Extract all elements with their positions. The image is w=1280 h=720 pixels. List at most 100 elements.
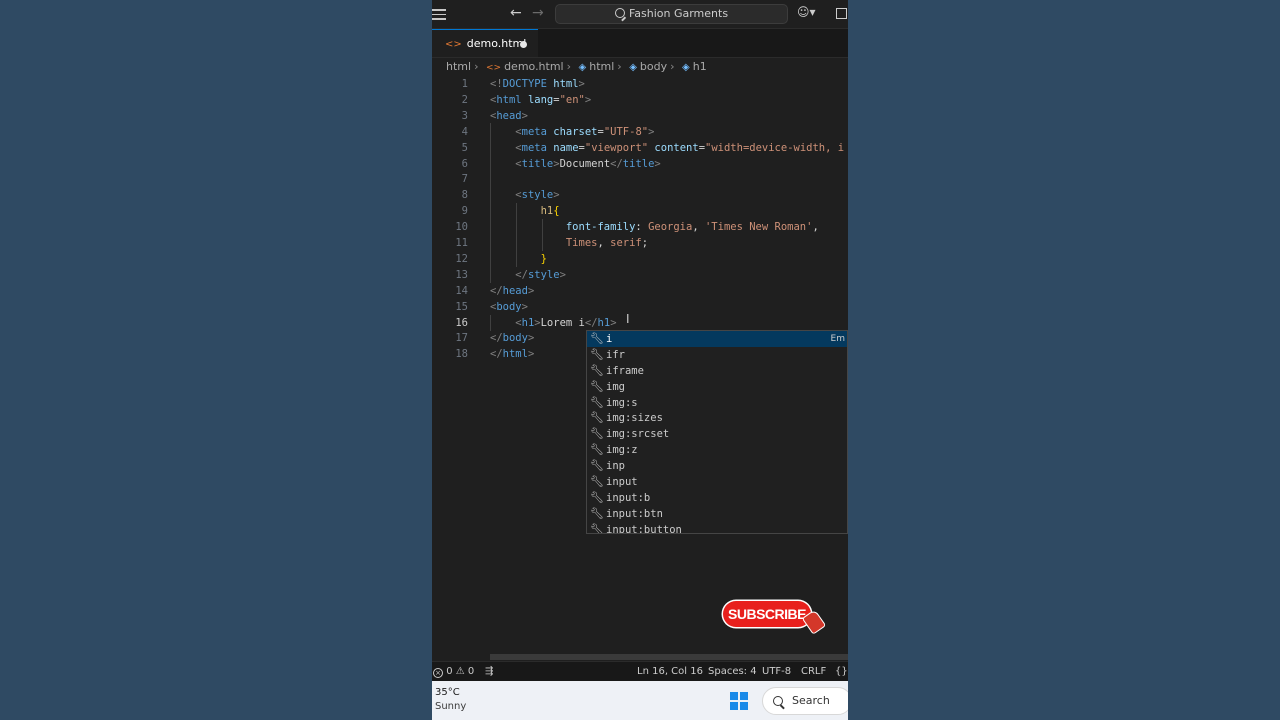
code-text: <!DOCTYPE html> bbox=[490, 76, 585, 92]
wrench-icon: 🔧︎ bbox=[590, 379, 604, 393]
code-line[interactable]: 16 <h1>Lorem i</h1> bbox=[432, 315, 848, 331]
line-number: 15 bbox=[455, 300, 468, 313]
subscribe-button[interactable]: SUBSCRIBE bbox=[723, 601, 811, 627]
code-line[interactable]: 2 <html lang="en"> bbox=[432, 92, 848, 108]
weather-temperature[interactable]: 35°C bbox=[435, 687, 460, 698]
code-line[interactable]: 4 <meta charset="UTF-8"> bbox=[432, 124, 848, 140]
horizontal-scrollbar[interactable] bbox=[490, 654, 848, 660]
suggestion-item[interactable]: 🔧︎ img bbox=[587, 379, 847, 395]
code-token: : bbox=[635, 221, 649, 234]
wrench-icon: 🔧︎ bbox=[590, 427, 604, 441]
code-line[interactable]: 5 <meta name="viewport" content="width=d… bbox=[432, 140, 848, 156]
tab-demo-html[interactable]: <> demo.html bbox=[432, 29, 538, 57]
code-token: style bbox=[527, 268, 560, 281]
wrench-icon: 🔧︎ bbox=[590, 332, 604, 345]
code-token: > bbox=[559, 268, 566, 281]
command-center-search[interactable]: Fashion Garments bbox=[555, 4, 788, 24]
code-token: </ bbox=[584, 316, 598, 329]
language-mode-icon[interactable]: {} bbox=[835, 662, 848, 682]
code-line[interactable]: 10 font-family: Georgia, 'Times New Roma… bbox=[432, 219, 848, 235]
code-line[interactable]: 1 <!DOCTYPE html> bbox=[432, 76, 848, 92]
arrow-right-icon[interactable]: → bbox=[532, 5, 544, 21]
suggestion-label: i bbox=[606, 333, 613, 345]
element-icon: ◈ bbox=[682, 62, 690, 73]
code-text: <head> bbox=[490, 108, 528, 124]
code-text: <meta charset="UTF-8"> bbox=[490, 124, 654, 140]
code-token: title bbox=[622, 157, 655, 170]
taskbar-search[interactable]: Search bbox=[762, 687, 848, 715]
code-line[interactable]: 11 Times, serif; bbox=[432, 235, 848, 251]
suggestion-label: inp bbox=[606, 460, 625, 473]
code-line[interactable]: 6 <title>Document</title> bbox=[432, 156, 848, 172]
breadcrumb-item[interactable]: body bbox=[640, 60, 667, 73]
code-token: , bbox=[597, 237, 611, 249]
breadcrumb-item[interactable]: html bbox=[446, 60, 471, 73]
encoding[interactable]: UTF-8 bbox=[762, 662, 791, 682]
arrow-left-icon[interactable]: ← bbox=[510, 5, 522, 21]
code-token: </ bbox=[490, 284, 503, 297]
editor-tabs: <> demo.html bbox=[432, 29, 848, 58]
line-number: 8 bbox=[461, 189, 468, 202]
weather-condition[interactable]: Sunny bbox=[435, 701, 466, 712]
code-line[interactable]: 13 </style> bbox=[432, 267, 848, 283]
code-line[interactable]: 9 h1{ bbox=[432, 203, 848, 219]
code-text: <style> bbox=[490, 187, 559, 203]
line-number: 12 bbox=[455, 252, 468, 265]
menu-icon[interactable] bbox=[432, 7, 446, 21]
chevron-right-icon: › bbox=[670, 60, 675, 73]
wrench-icon: 🔧︎ bbox=[590, 443, 604, 457]
suggestion-item[interactable]: 🔧︎ input bbox=[587, 474, 847, 490]
suggestion-item[interactable]: 🔧︎ input:btn bbox=[587, 506, 847, 522]
suggestion-item[interactable]: 🔧︎ img:sizes bbox=[587, 410, 847, 426]
code-token: charset bbox=[553, 125, 598, 138]
suggestion-label: img:z bbox=[606, 444, 638, 457]
suggestion-item[interactable]: 🔧︎ img:s bbox=[587, 395, 847, 411]
code-line[interactable]: 7 bbox=[432, 171, 848, 187]
code-token: , bbox=[812, 221, 819, 234]
code-token: head bbox=[502, 284, 528, 297]
code-token: h1 bbox=[597, 316, 611, 329]
suggestion-item[interactable]: 🔧︎ img:srcset bbox=[587, 426, 847, 442]
copilot-icon[interactable]: ☺▾ bbox=[797, 5, 816, 19]
code-text: h1{ bbox=[490, 203, 560, 219]
suggestion-label: input:b bbox=[606, 491, 651, 504]
suggestion-item[interactable]: 🔧︎ img:z bbox=[587, 442, 847, 458]
code-text: <html lang="en"> bbox=[490, 92, 591, 108]
suggestion-item[interactable]: 🔧︎ input:button bbox=[587, 522, 847, 534]
code-line[interactable]: 12 } bbox=[432, 251, 848, 267]
suggestion-item[interactable]: 🔧︎ iframe bbox=[587, 363, 847, 379]
cursor-position[interactable]: Ln 16, Col 16 bbox=[637, 662, 703, 682]
unsaved-dot-icon[interactable] bbox=[520, 41, 527, 48]
suggestion-widget[interactable]: 🔧︎ i Em 🔧︎ ifr 🔧︎ iframe 🔧︎ img 🔧︎ img:s 🔧︎ img:size… bbox=[586, 330, 848, 534]
breadcrumb-item[interactable]: demo.html bbox=[504, 60, 564, 73]
code-line[interactable]: 3 <head> bbox=[432, 108, 848, 124]
code-line[interactable]: 8 <style> bbox=[432, 187, 848, 203]
error-icon: × bbox=[433, 668, 443, 678]
suggestion-item[interactable]: 🔧︎ input:b bbox=[587, 490, 847, 506]
line-number: 2 bbox=[461, 93, 468, 106]
breadcrumb-item[interactable]: h1 bbox=[693, 60, 707, 73]
code-token: html bbox=[553, 78, 579, 90]
end-of-line[interactable]: CRLF bbox=[801, 662, 826, 682]
code-text: font-family: Georgia, 'Times New Roman', bbox=[490, 219, 819, 235]
element-icon: ◈ bbox=[578, 62, 587, 73]
code-token: Georgia bbox=[648, 221, 693, 234]
suggestion-item[interactable]: 🔧︎ i Em bbox=[587, 331, 847, 347]
suggestion-item[interactable]: 🔧︎ inp bbox=[587, 458, 847, 474]
wrench-icon: 🔧︎ bbox=[590, 522, 604, 534]
problems-indicator[interactable]: × 0 ⚠ 0 bbox=[433, 662, 474, 682]
code-token: Times bbox=[565, 237, 598, 249]
layout-icon[interactable] bbox=[836, 8, 847, 19]
windows-taskbar: 35°C Sunny Search bbox=[432, 681, 848, 720]
code-line[interactable]: 14 </head> bbox=[432, 283, 848, 299]
wrench-icon: 🔧︎ bbox=[590, 490, 604, 504]
suggestion-item[interactable]: 🔧︎ ifr bbox=[587, 347, 847, 363]
breadcrumb-item[interactable]: html bbox=[589, 60, 614, 73]
windows-start-icon[interactable] bbox=[730, 692, 748, 710]
indentation[interactable]: Spaces: 4 bbox=[708, 662, 757, 682]
code-line[interactable]: 15 <body> bbox=[432, 299, 848, 315]
broadcast-icon[interactable]: ⇶ bbox=[485, 662, 493, 682]
